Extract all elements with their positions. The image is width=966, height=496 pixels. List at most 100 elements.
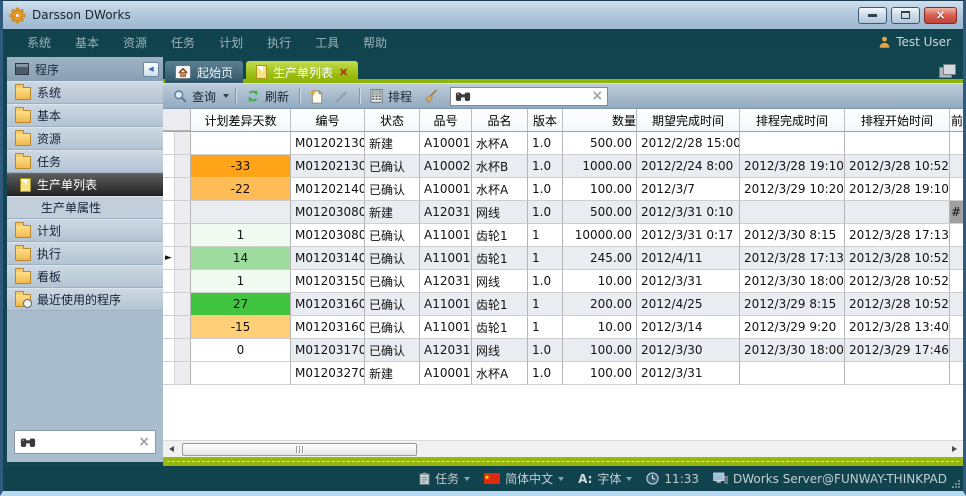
sidebar-item-label: 资源 [37,130,61,147]
cell-version: 1.0 [528,132,563,155]
table-row[interactable]: M012032701 新建 A10001 水杯A 1.0 100.00 2012… [163,362,963,385]
sidebar-item[interactable]: 基本 [7,104,163,127]
sidebar-item-icon [15,110,31,123]
menu-item[interactable]: 帮助 [351,30,399,55]
tab-start-page[interactable]: 起始页 [165,61,243,83]
row-header[interactable] [175,224,191,247]
row-header[interactable] [175,132,191,155]
sidebar-item[interactable]: 生产单列表 [7,173,163,196]
scrollbar-thumb[interactable] [182,443,417,456]
content-area: 起始页 生产单列表 ✕ 查询 [163,57,963,466]
table-row[interactable]: 1 M012030802 已确认 A11001 齿轮1 1 10000.00 2… [163,224,963,247]
scroll-left-icon [169,446,174,452]
menu-item[interactable]: 执行 [255,30,303,55]
table-row[interactable]: 27 M012031601 已确认 A11001 齿轮1 1 200.00 20… [163,293,963,316]
row-header[interactable] [175,178,191,201]
row-header[interactable] [175,362,191,385]
sidebar-item[interactable]: 生产单属性 [7,196,163,219]
edit-button[interactable] [331,87,353,105]
menu-item[interactable]: 计划 [207,30,255,55]
menu-item[interactable]: 系统 [15,30,63,55]
tab-list-icon[interactable] [939,64,955,77]
task-dropdown-caret-icon [464,477,470,481]
close-button[interactable]: × [924,7,957,24]
status-task-menu[interactable]: 任务 [419,470,470,487]
row-header[interactable] [175,293,191,316]
sidebar-item-label: 计划 [37,222,61,239]
status-task-label: 任务 [435,470,459,487]
column-header[interactable]: 期望完成时间 [637,109,740,131]
menu-item[interactable]: 资源 [111,30,159,55]
row-header[interactable] [175,270,191,293]
cell-clipped-column [950,247,963,270]
user-area[interactable]: Test User [878,35,951,49]
row-header[interactable] [175,339,191,362]
sidebar-item[interactable]: 最近使用的程序 [7,288,163,311]
column-header[interactable]: 计划差异天数 [191,109,291,131]
maximize-button[interactable] [891,7,920,24]
cell-scheduled-start: 2012/3/28 13:40 [845,316,950,339]
cell-quantity: 10000.00 [563,224,637,247]
column-header[interactable]: 编号 [291,109,365,131]
bottom-splitter[interactable] [163,457,963,466]
row-header[interactable] [175,247,191,270]
sidebar-filter-clear-icon[interactable]: × [138,435,150,449]
refresh-icon [246,89,260,103]
menu-item[interactable]: 任务 [159,30,207,55]
schedule-button[interactable]: 排程 [366,86,416,107]
column-header[interactable]: 品号 [420,109,472,131]
table-row[interactable]: ► 14 M012031402 已确认 A11001 齿轮1 1 245.00 … [163,247,963,270]
sidebar-item[interactable]: 资源 [7,127,163,150]
table-row[interactable]: 1 M012031501 已确认 A12031 网线 1.0 10.00 201… [163,270,963,293]
column-header[interactable]: 状态 [365,109,420,131]
tab-close-icon[interactable]: ✕ [339,66,348,79]
table-row[interactable]: M012030801 新建 A12031 网线 1.0 500.00 2012/… [163,201,963,224]
status-language-menu[interactable]: 简体中文 [484,470,564,487]
column-header[interactable]: 数量 [563,109,637,131]
table-row[interactable]: -15 M012031602 已确认 A11001 齿轮1 1 10.00 20… [163,316,963,339]
sidebar-item[interactable]: 执行 [7,242,163,265]
row-header[interactable] [175,155,191,178]
cell-item-name: 齿轮1 [472,247,528,270]
menu-item[interactable]: 基本 [63,30,111,55]
clean-button[interactable] [419,87,442,105]
tab-production-order-list[interactable]: 生产单列表 ✕ [246,61,358,83]
new-button[interactable] [306,87,328,106]
table-row[interactable]: M012021301 新建 A10001 水杯A 1.0 500.00 2012… [163,132,963,155]
toolbar-search-clear-icon[interactable]: × [591,89,603,103]
status-font-menu[interactable]: A: 字体 [578,470,632,487]
sidebar-item[interactable]: 系统 [7,81,163,104]
row-header[interactable] [175,201,191,224]
sidebar-filter-input[interactable] [40,435,134,449]
column-header[interactable]: 版本 [528,109,563,131]
scroll-right-button[interactable] [946,441,963,458]
sidebar-collapse-button[interactable]: ◀ [143,62,159,77]
query-button[interactable]: 查询 [169,86,220,107]
query-dropdown-caret-icon[interactable] [223,94,229,98]
sidebar-item[interactable]: 计划 [7,219,163,242]
refresh-button[interactable]: 刷新 [242,86,293,107]
minimize-button[interactable] [858,7,887,24]
row-header[interactable] [175,316,191,339]
table-row[interactable]: -22 M012021401 已确认 A10001 水杯A 1.0 100.00… [163,178,963,201]
cell-quantity: 500.00 [563,132,637,155]
column-header[interactable]: 排程开始时间 [845,109,950,131]
cell-expected-finish: 2012/3/30 [637,339,740,362]
toolbar-search-input[interactable] [475,89,587,103]
column-header[interactable]: 排程完成时间 [740,109,845,131]
sidebar-item[interactable]: 看板 [7,265,163,288]
sidebar-empty-space [7,311,163,430]
scroll-left-button[interactable] [163,441,180,458]
column-header[interactable]: 前 [950,109,963,131]
menu-item[interactable]: 工具 [303,30,351,55]
column-header[interactable]: 品名 [472,109,528,131]
table-row[interactable]: -33 M012021302 已确认 A10002 水杯B 1.0 1000.0… [163,155,963,178]
sidebar-item[interactable]: 任务 [7,150,163,173]
table-row[interactable]: 0 M012031701 已确认 A12031 网线 1.0 100.00 20… [163,339,963,362]
main-area: 程序 ◀ 系统 基本 资源 [3,55,963,466]
resize-grip[interactable] [951,479,960,488]
grid-header-row: 计划差异天数 编号 状态 品号 品名 版本 数量 [163,109,963,132]
cell-item-name: 水杯A [472,132,528,155]
cell-quantity: 100.00 [563,362,637,385]
horizontal-scrollbar[interactable] [163,440,963,457]
